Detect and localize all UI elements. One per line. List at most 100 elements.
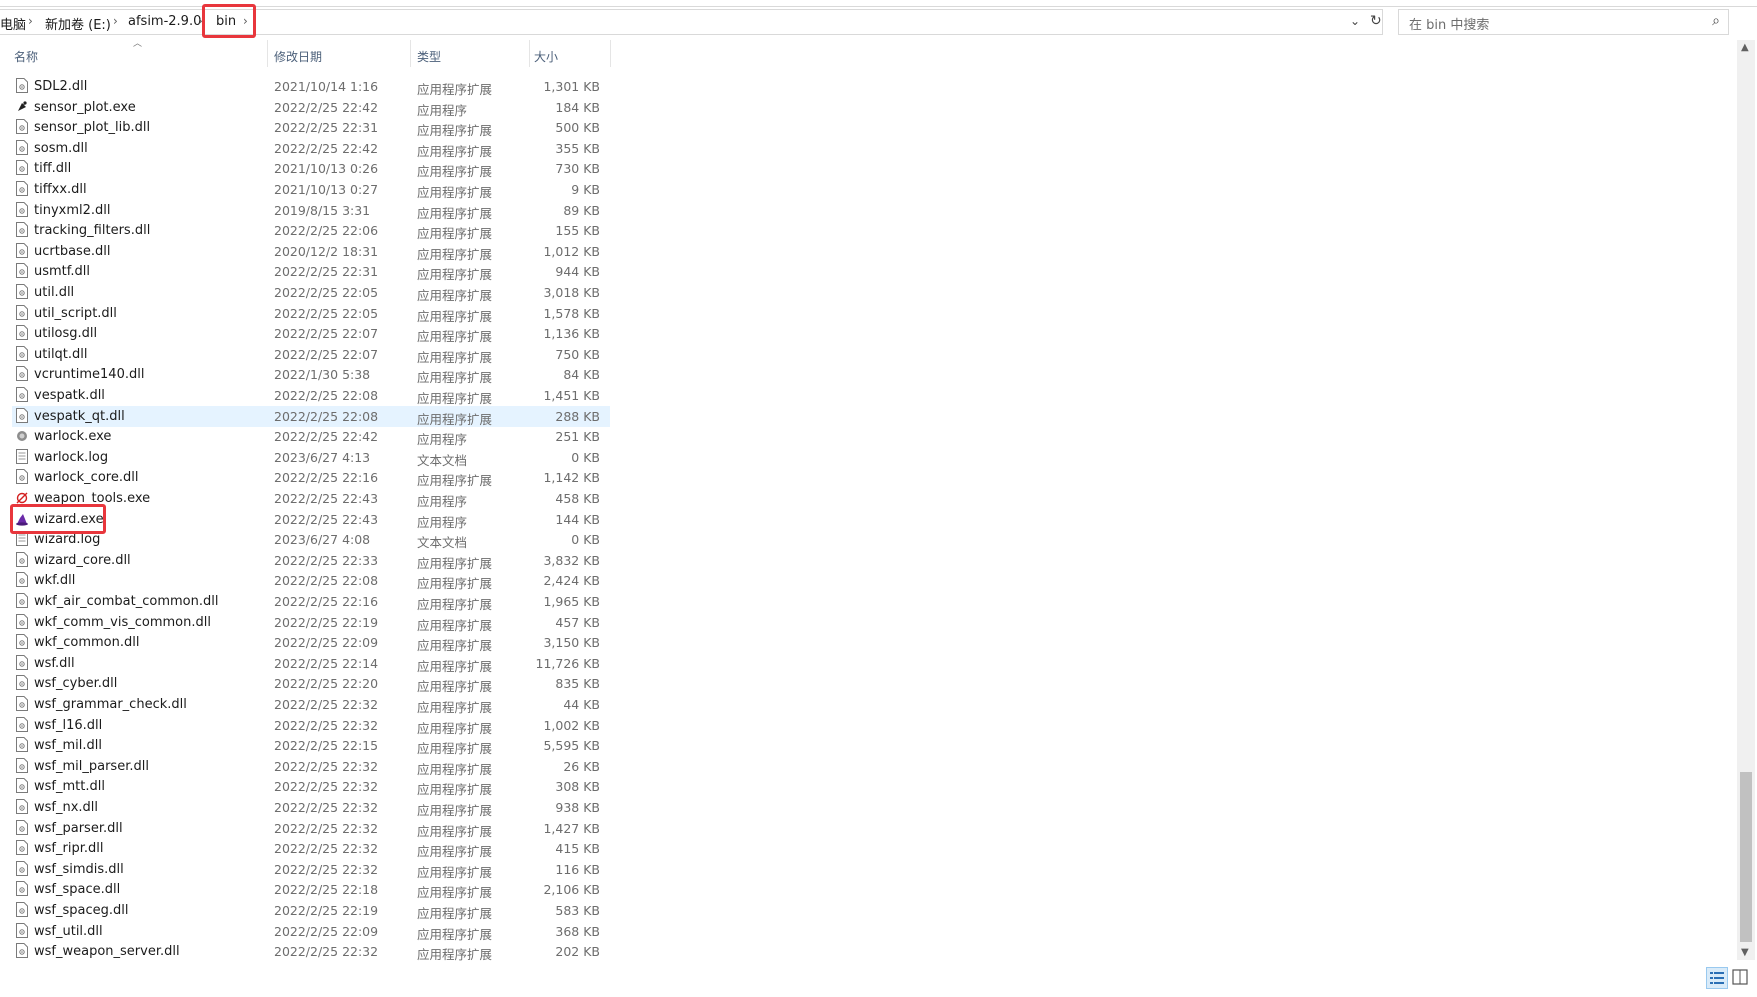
file-row[interactable]: wsf.dll 2022/2/25 22:14 应用程序扩展 11,726 KB: [12, 653, 610, 674]
file-row[interactable]: sensor_plot.exe 2022/2/25 22:42 应用程序 184 KB: [12, 97, 610, 118]
file-size: 1,965 KB: [543, 594, 600, 609]
file-row[interactable]: SDL2.dll 2021/10/14 1:16 应用程序扩展 1,301 KB: [12, 76, 610, 97]
column-header-size-label: 大小: [534, 50, 559, 64]
highlight-box-wizard-exe: [10, 503, 106, 534]
file-row[interactable]: warlock.log 2023/6/27 4:13 文本文档 0 KB: [12, 447, 610, 468]
large-icons-view-button[interactable]: [1730, 967, 1752, 989]
file-row[interactable]: tinyxml2.dll 2019/8/15 3:31 应用程序扩展 89 KB: [12, 200, 610, 221]
file-row[interactable]: wkf_comm_vis_common.dll 2022/2/25 22:19 应用…: [12, 612, 610, 633]
file-row[interactable]: wsf_simdis.dll 2022/2/25 22:32 应用程序扩展 116 K…: [12, 859, 610, 880]
file-type: 应用程序扩展: [417, 906, 493, 921]
details-view-button[interactable]: [1706, 967, 1728, 989]
file-size: 288 KB: [555, 408, 600, 424]
file-name: utilosg.dll: [34, 326, 98, 342]
file-row[interactable]: warlock.exe 2022/2/25 22:42 应用程序 251 KB: [12, 426, 610, 447]
breadcrumb-this-pc[interactable]: 电脑: [0, 14, 26, 33]
file-row[interactable]: wsf_grammar_check.dll 2022/2/25 22:32 应用程序…: [12, 694, 610, 715]
file-row[interactable]: wsf_l16.dll 2022/2/25 22:32 应用程序扩展 1,002 KB: [12, 715, 610, 736]
file-modified-date: 2022/2/25 22:32: [274, 779, 379, 795]
file-size: 11,726 KB: [535, 655, 600, 671]
file-row[interactable]: wsf_space.dll 2022/2/25 22:18 应用程序扩展 2,106 …: [12, 879, 610, 900]
file-row[interactable]: wsf_parser.dll 2022/2/25 22:32 应用程序扩展 1,427…: [12, 818, 610, 839]
search-input[interactable]: 在 bin 中搜索 ⌕: [1398, 9, 1729, 35]
scrollbar-thumb[interactable]: [1740, 772, 1752, 942]
file-type: 文本文档: [417, 535, 468, 551]
file-row[interactable]: utilosg.dll 2022/2/25 22:07 应用程序扩展 1,136 KB: [12, 323, 610, 344]
vertical-scrollbar[interactable]: ▲ ▼: [1737, 40, 1755, 960]
file-row[interactable]: wsf_mil.dll 2022/2/25 22:15 应用程序扩展 5,595 KB: [12, 735, 610, 756]
file-row[interactable]: tracking_filters.dll 2022/2/25 22:06 应用程序扩…: [12, 220, 610, 241]
column-divider[interactable]: [610, 40, 611, 67]
file-row[interactable]: tiffxx.dll 2021/10/13 0:27 应用程序扩展 9 KB: [12, 179, 610, 200]
file-row[interactable]: sensor_plot_lib.dll 2022/2/25 22:31 应用程序扩展…: [12, 117, 610, 138]
file-size: 184 KB: [555, 99, 600, 115]
file-modified-date: 2022/2/25 22:43: [274, 511, 379, 527]
file-modified-date: 2022/2/25 22:42: [274, 140, 379, 156]
file-size: 500 KB: [555, 120, 600, 136]
file-row[interactable]: wizard_core.dll 2022/2/25 22:33 应用程序扩展 3,83…: [12, 550, 610, 571]
file-modified-date: 2022/2/25 22:09: [274, 923, 379, 939]
file-row[interactable]: wsf_weapon_server.dll 2022/2/25 22:32 应用程序…: [12, 941, 610, 962]
file-row[interactable]: vcruntime140.dll 2022/1/30 5:38 应用程序扩展 84 K…: [12, 364, 610, 385]
chevron-right-icon[interactable]: ›: [113, 14, 118, 28]
file-row[interactable]: wsf_nx.dll 2022/2/25 22:32 应用程序扩展 938 KB: [12, 797, 610, 818]
scroll-down-arrow-icon[interactable]: ▼: [1741, 947, 1749, 958]
file-row[interactable]: wsf_mtt.dll 2022/2/25 22:32 应用程序扩展 308 KB: [12, 776, 610, 797]
file-row[interactable]: usmtf.dll 2022/2/25 22:31 应用程序扩展 944 KB: [12, 261, 610, 282]
file-row[interactable]: wkf_air_combat_common.dll 2022/2/25 22:16…: [12, 591, 610, 612]
file-name: wsf.dll: [34, 655, 75, 671]
file-name: sosm.dll: [34, 140, 88, 156]
file-name: sensor_plot_lib.dll: [34, 120, 151, 136]
file-row[interactable]: wsf_mil_parser.dll 2022/2/25 22:32 应用程序扩展 2…: [12, 756, 610, 777]
file-row[interactable]: util.dll 2022/2/25 22:05 应用程序扩展 3,018 KB: [12, 282, 610, 303]
file-row[interactable]: wkf.dll 2022/2/25 22:08 应用程序扩展 2,424 KB: [12, 570, 610, 591]
file-name: wsf_mil.dll: [34, 738, 102, 754]
file-modified-date: 2022/2/25 22:07: [274, 326, 379, 342]
file-modified-date: 2022/2/25 22:32: [274, 758, 379, 774]
file-modified-date: 2022/2/25 22:31: [274, 120, 379, 136]
file-type: 应用程序: [417, 102, 468, 118]
file-type: 应用程序: [417, 494, 468, 509]
file-type: 应用程序扩展: [417, 823, 493, 839]
file-type: 应用程序扩展: [417, 411, 493, 427]
breadcrumb-drive[interactable]: 新加卷 (E:): [45, 14, 111, 33]
address-history-dropdown-icon[interactable]: ⌄: [1350, 14, 1360, 28]
file-row[interactable]: sosm.dll 2022/2/25 22:42 应用程序扩展 355 KB: [12, 138, 610, 159]
file-type: 应用程序扩展: [417, 473, 493, 489]
file-type: 应用程序扩展: [417, 844, 493, 860]
column-header-type[interactable]: 类型: [411, 40, 529, 70]
column-header-name[interactable]: 名称: [12, 40, 267, 70]
file-modified-date: 2022/2/25 22:18: [274, 882, 379, 898]
file-row[interactable]: ucrtbase.dll 2020/12/2 18:31 应用程序扩展 1,012 K…: [12, 241, 610, 262]
file-modified-date: 2022/2/25 22:08: [274, 408, 379, 424]
file-row[interactable]: warlock_core.dll 2022/2/25 22:16 应用程序扩展 1,1…: [12, 467, 610, 488]
file-row[interactable]: wsf_ripr.dll 2022/2/25 22:32 应用程序扩展 415 KB: [12, 838, 610, 859]
column-header-name-label: 名称: [14, 50, 39, 64]
file-row[interactable]: tiff.dll 2021/10/13 0:26 应用程序扩展 730 KB: [12, 158, 610, 179]
file-row[interactable]: wsf_util.dll 2022/2/25 22:09 应用程序扩展 368 KB: [12, 921, 610, 942]
refresh-icon[interactable]: ↻: [1370, 13, 1382, 29]
file-type: 应用程序扩展: [417, 555, 493, 571]
file-row[interactable]: vespatk_qt.dll 2022/2/25 22:08 应用程序扩展 288 K…: [12, 405, 610, 427]
breadcrumb-afsim-folder[interactable]: afsim-2.9.0: [128, 14, 201, 29]
file-modified-date: 2022/2/25 22:14: [274, 655, 379, 671]
file-size: 3,150 KB: [543, 635, 600, 651]
file-modified-date: 2022/2/25 22:32: [274, 697, 379, 712]
file-row[interactable]: utilqt.dll 2022/2/25 22:07 应用程序扩展 750 KB: [12, 344, 610, 365]
column-header-date[interactable]: 修改日期: [268, 40, 410, 70]
file-row[interactable]: util_script.dll 2022/2/25 22:05 应用程序扩展 1,57…: [12, 303, 610, 324]
search-icon[interactable]: ⌕: [1712, 13, 1720, 29]
file-row[interactable]: wsf_cyber.dll 2022/2/25 22:20 应用程序扩展 835 KB: [12, 673, 610, 694]
file-row[interactable]: wkf_common.dll 2022/2/25 22:09 应用程序扩展 3,150…: [12, 632, 610, 653]
file-size: 355 KB: [555, 140, 600, 156]
chevron-right-icon[interactable]: ›: [28, 14, 33, 28]
file-name: vcruntime140.dll: [34, 367, 145, 383]
file-row[interactable]: vespatk.dll 2022/2/25 22:08 应用程序扩展 1,451 KB: [12, 385, 610, 406]
file-size: 458 KB: [555, 491, 600, 506]
search-placeholder: 在 bin 中搜索: [1409, 18, 1490, 33]
scroll-up-arrow-icon[interactable]: ▲: [1741, 42, 1749, 53]
column-header-size[interactable]: 大小: [530, 40, 610, 70]
file-row[interactable]: wsf_spaceg.dll 2022/2/25 22:19 应用程序扩展 583 K…: [12, 900, 610, 921]
file-size: 0 KB: [571, 449, 600, 465]
file-modified-date: 2022/2/25 22:09: [274, 635, 379, 651]
